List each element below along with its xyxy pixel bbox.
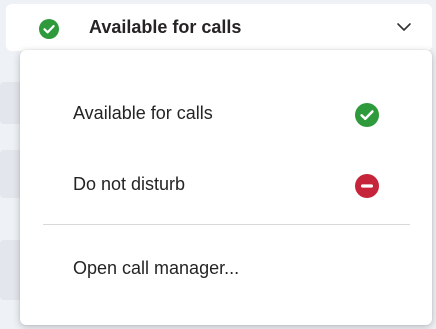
background-panel <box>0 150 22 198</box>
menu-item-label: Do not disturb <box>73 174 186 194</box>
check-circle-icon <box>39 19 59 39</box>
menu-item-do-not-disturb[interactable]: Do not disturb <box>20 161 432 211</box>
minus-circle-icon <box>355 174 379 198</box>
menu-item-open-call-manager[interactable]: Open call manager... <box>20 245 432 295</box>
current-status-label: Available for calls <box>89 17 242 37</box>
menu-item-label: Available for calls <box>73 103 213 123</box>
chevron-down-icon[interactable] <box>396 19 412 35</box>
menu-item-label: Open call manager... <box>73 258 240 278</box>
background-panel <box>0 240 22 300</box>
background-panel <box>0 82 22 124</box>
menu-item-available-for-calls[interactable]: Available for calls <box>20 90 432 140</box>
menu-divider <box>43 224 410 225</box>
status-dropdown-menu: Available for calls Do not disturb Open … <box>20 50 432 325</box>
check-circle-icon <box>355 103 379 127</box>
status-selector-button[interactable]: Available for calls <box>6 4 432 51</box>
